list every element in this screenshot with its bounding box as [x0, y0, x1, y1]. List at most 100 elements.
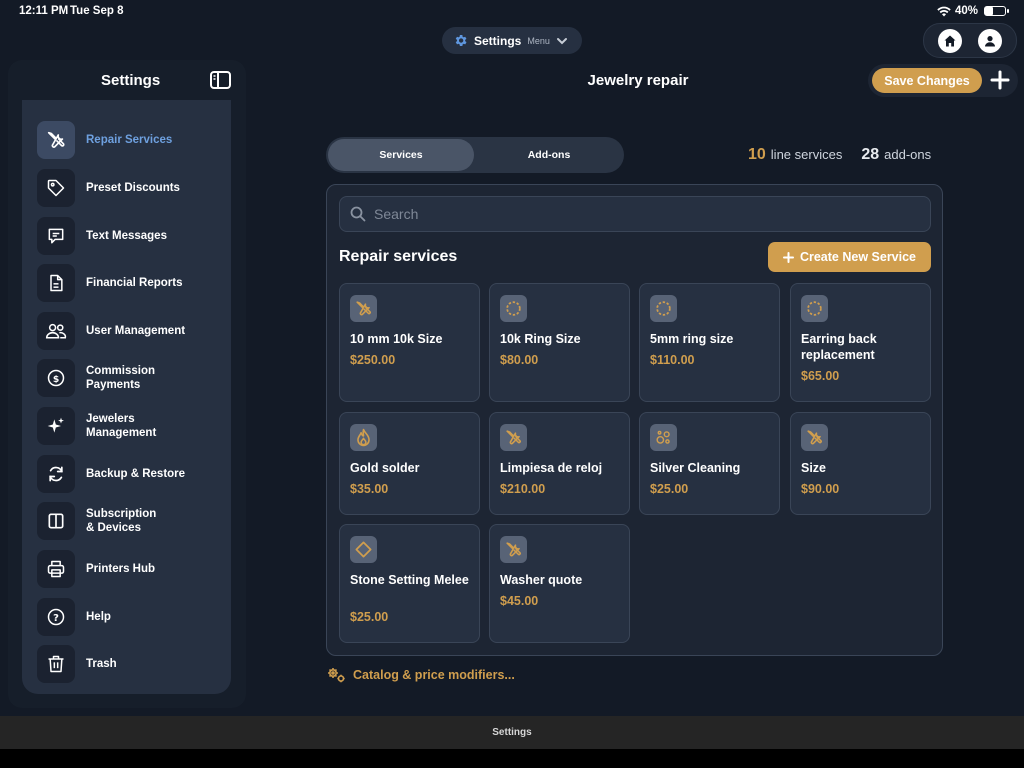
plus-icon [782, 251, 794, 263]
search-icon [350, 206, 366, 222]
sidebar-item-label: Text Messages [86, 230, 167, 242]
sidebar-toggle-button[interactable] [210, 71, 231, 89]
question-icon: ? [37, 598, 75, 636]
svg-text:?: ? [53, 613, 59, 624]
sidebar-item-preset-discounts[interactable]: Preset Discounts [37, 169, 227, 207]
diamond-icon [350, 536, 377, 563]
sidebar-item-label: Jewelers Management [86, 413, 157, 439]
sidebar-item-label: Trash [86, 658, 117, 670]
service-price: $65.00 [801, 369, 840, 383]
line-services-label: line services [770, 147, 843, 162]
service-card[interactable]: Stone Setting Melee $25.00 [339, 524, 480, 643]
service-name: Silver Cleaning [650, 461, 741, 475]
document-icon [37, 264, 75, 302]
service-counts: 10 line services 28 add-ons [748, 146, 945, 164]
trash-icon [37, 645, 75, 683]
sidebar-item-jewelers-management[interactable]: Jewelers Management [37, 407, 227, 445]
home-icon [944, 35, 956, 46]
tab-settings[interactable]: Settings [492, 727, 531, 738]
wrench-screwdriver-icon [37, 121, 75, 159]
service-card[interactable]: 5mm ring size $110.00 [639, 283, 780, 402]
dashed-circle-icon [500, 295, 527, 322]
profile-button[interactable] [978, 28, 1002, 53]
sidebar-toggle-icon [210, 71, 231, 89]
dashed-circle-icon [801, 295, 828, 322]
users-icon [37, 312, 75, 350]
sidebar-item-text-messages[interactable]: Text Messages [37, 217, 227, 255]
service-name: 10k Ring Size [500, 332, 581, 346]
bottom-tab-bar: Settings [0, 716, 1024, 749]
home-button[interactable] [938, 28, 962, 53]
service-name: Limpiesa de reloj [500, 461, 603, 475]
line-services-count: 10 [748, 146, 766, 163]
bottom-strip [0, 749, 1024, 768]
wrench-screwdriver-icon [801, 424, 828, 451]
sidebar-item-subscription-devices[interactable]: Subscription & Devices [37, 502, 227, 540]
sidebar-item-user-management[interactable]: User Management [37, 312, 227, 350]
tab-addons[interactable]: Add-ons [476, 139, 622, 171]
sidebar-item-label: Backup & Restore [86, 468, 186, 480]
sidebar-item-label: Commission Payments [86, 365, 156, 391]
page-title: Jewelry repair [587, 72, 689, 89]
message-icon [37, 217, 75, 255]
sidebar-item-financial-reports[interactable]: Financial Reports [37, 264, 227, 302]
sidebar-item-label: User Management [86, 325, 186, 337]
battery-level [985, 7, 993, 15]
columns-icon [37, 502, 75, 540]
svg-text:$: $ [53, 374, 59, 385]
service-name: Gold solder [350, 461, 420, 475]
sidebar-item-help[interactable]: ? Help [37, 598, 227, 636]
sidebar-item-printers-hub[interactable]: Printers Hub [37, 550, 227, 588]
sidebar-item-label: Preset Discounts [86, 182, 180, 194]
sidebar-item-backup-restore[interactable]: Backup & Restore [37, 455, 227, 493]
search-bar [339, 196, 931, 232]
section-title: Repair services [339, 248, 458, 265]
addons-label: add-ons [884, 147, 932, 162]
dashed-circle-icon [650, 295, 677, 322]
service-card[interactable]: 10 mm 10k Size $250.00 [339, 283, 480, 402]
create-new-service-label: Create New Service [799, 250, 917, 264]
save-changes-button[interactable]: Save Changes [872, 68, 982, 93]
gear-icon [455, 35, 467, 46]
service-card[interactable]: Gold solder $35.00 [339, 412, 480, 515]
sidebar-item-trash[interactable]: Trash [37, 645, 227, 683]
flame-icon [350, 424, 377, 451]
service-price: $80.00 [500, 353, 539, 367]
service-card[interactable]: Size $90.00 [790, 412, 931, 515]
service-price: $45.00 [500, 594, 539, 608]
service-name: Washer quote [500, 573, 583, 587]
services-addons-segmented-control: Services Add-ons [326, 137, 624, 173]
search-input[interactable] [374, 206, 894, 222]
printer-icon [37, 550, 75, 588]
sidebar-item-label: Subscription & Devices [86, 508, 157, 534]
status-bar: 12:11 PM Tue Sep 8 40% [0, 0, 1024, 24]
plus-icon[interactable] [990, 70, 1010, 90]
battery-percent: 40% [954, 5, 978, 17]
sidebar-item-commission-payments[interactable]: $ Commission Payments [37, 359, 227, 397]
service-name: 10 mm 10k Size [350, 332, 443, 346]
header-actions: Save Changes [868, 64, 1018, 97]
sparkles-icon [37, 407, 75, 445]
status-time: 12:11 PM [19, 5, 69, 17]
service-card[interactable]: Washer quote $45.00 [489, 524, 630, 643]
sidebar-item-label: Repair Services [86, 134, 173, 146]
top-right-actions [923, 23, 1017, 58]
service-card[interactable]: Earring back replacement $65.00 [790, 283, 931, 402]
service-card[interactable]: Silver Cleaning $25.00 [639, 412, 780, 515]
tab-services[interactable]: Services [328, 139, 474, 171]
sidebar-item-repair-services[interactable]: Repair Services [37, 121, 227, 159]
service-card[interactable]: Limpiesa de reloj $210.00 [489, 412, 630, 515]
tag-icon [37, 169, 75, 207]
service-price: $210.00 [500, 482, 546, 496]
service-price: $25.00 [350, 610, 389, 624]
wrench-screwdriver-icon [500, 536, 527, 563]
chevron-down-icon [556, 37, 567, 44]
service-price: $90.00 [801, 482, 840, 496]
menu-subtitle: Menu [527, 35, 550, 46]
create-new-service-button[interactable]: Create New Service [768, 242, 931, 272]
service-card[interactable]: 10k Ring Size $80.00 [489, 283, 630, 402]
catalog-price-modifiers-link[interactable]: Catalog & price modifiers... [327, 667, 515, 683]
service-name: Earring back replacement [801, 332, 877, 362]
settings-menu-button[interactable]: Settings Menu [442, 27, 582, 54]
status-indicators: 40% [937, 5, 1009, 17]
